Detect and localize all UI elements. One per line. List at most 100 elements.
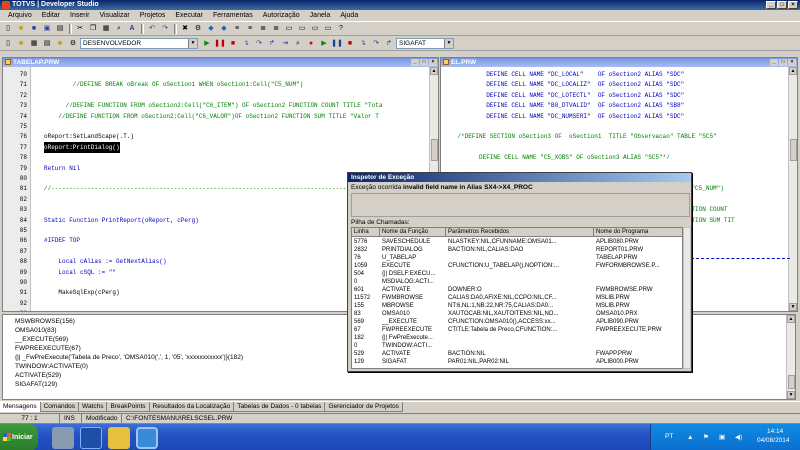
explorer-folder-icon[interactable] <box>108 427 130 449</box>
menu-janela[interactable]: Janela <box>305 10 336 22</box>
debug-step-into-icon[interactable]: ↴ <box>357 38 369 49</box>
prev-bookmark-icon[interactable]: ▭ <box>309 23 321 34</box>
table-row[interactable]: 0 TWINDOW:ACTI... <box>352 342 682 350</box>
tray-flag-icon[interactable]: ⚑ <box>703 433 709 441</box>
font-icon[interactable]: A <box>126 23 138 34</box>
column-header[interactable]: Parâmetros Recebidos <box>446 228 594 237</box>
table-row[interactable]: 5776 SAVESCHEDULE NLASTKEY:NIL,CFUNNAME:OM… <box>352 238 682 246</box>
redo-icon[interactable]: ↷ <box>159 23 171 34</box>
code-line[interactable]: oReport:SetLandScape(.T.) <box>44 131 134 142</box>
tab-mensagens[interactable]: Mensagens <box>0 402 41 412</box>
scrollbar-thumb[interactable] <box>431 139 438 161</box>
editor-vertical-scrollbar[interactable]: ▲ ▼ <box>788 67 797 311</box>
save-icon[interactable]: ■ <box>28 23 40 34</box>
message-line[interactable]: {|| _FwPreExecute('Tabela de Preco', 'OM… <box>15 353 243 362</box>
code-line[interactable]: oReport:PrintDialog() <box>44 141 120 153</box>
powershell-icon[interactable] <box>80 427 102 449</box>
save-all-icon[interactable]: ▣ <box>41 23 53 34</box>
configure-icon[interactable]: ⚙ <box>67 38 79 49</box>
code-line[interactable]: DEFINE CELL NAME "DC_LOTECTL" OF oSectio… <box>443 90 684 101</box>
clock-date[interactable]: 04/08/2014 <box>757 437 790 444</box>
tab-gerenciador-projetos[interactable]: Gerenciador de Projetos <box>325 402 403 412</box>
message-line[interactable]: __EXECUTE(569) <box>15 335 68 344</box>
table-vertical-scrollbar[interactable] <box>683 227 691 369</box>
editor-maximize-button[interactable]: □ <box>420 59 428 66</box>
editor-minimize-button[interactable]: _ <box>411 59 419 66</box>
developer-studio-taskbar-icon[interactable] <box>136 427 158 449</box>
environment-select[interactable]: DESENVOLVEDOR ▼ <box>80 38 198 49</box>
message-line[interactable]: ACTIVATE(529) <box>15 371 61 380</box>
repository-icon[interactable]: ▦ <box>28 38 40 49</box>
menu-editar[interactable]: Editar <box>37 10 65 22</box>
code-line[interactable]: //DEFINE FUNCTION FROM oSection2:Cell("C… <box>44 111 378 122</box>
breakpoint-icon[interactable]: ● <box>305 38 317 49</box>
print-icon[interactable]: ▤ <box>54 23 66 34</box>
step-out-icon[interactable]: ↱ <box>266 38 278 49</box>
code-line[interactable]: DEFINE CELL NAME "C5_XOBS" OF oSection3 … <box>443 152 670 163</box>
compile-icon[interactable]: ✖ <box>179 23 191 34</box>
tab-watchs[interactable]: Watchs <box>79 402 108 412</box>
code-line[interactable]: Local cSQL := "" <box>44 267 116 278</box>
network-icon[interactable] <box>52 427 74 449</box>
code-line[interactable]: DEFINE CELL NAME "DC_NUMSERI" OF oSectio… <box>443 111 684 122</box>
table-row[interactable]: 1059 EXECUTE CFUNCTION:U_TABELAP(),NOPTION… <box>352 262 682 270</box>
tab-tabelas-de-dados[interactable]: Tabelas de Dados - 0 tabelas <box>234 402 326 412</box>
undo-icon[interactable]: ↶ <box>146 23 158 34</box>
maximize-button[interactable]: □ <box>777 1 787 9</box>
stop-icon[interactable]: ■ <box>227 38 239 49</box>
language-indicator[interactable]: PT <box>665 433 673 440</box>
check-icon[interactable]: ◆ <box>205 23 217 34</box>
pause-icon[interactable]: ❚❚ <box>214 38 226 49</box>
table-row[interactable]: 11572 FWMBROWSE CALIAS:DA0,AFIXE:NIL,CCPO:… <box>352 294 682 302</box>
tab-comandos[interactable]: Comandos <box>40 402 80 412</box>
uncomment-icon[interactable]: ≣ <box>270 23 282 34</box>
tab-resultados-localizacao[interactable]: Resultados da Localização <box>149 402 235 412</box>
menu-inserir[interactable]: Inserir <box>65 10 94 22</box>
tab-breakpoints[interactable]: BreakPoints <box>107 402 150 412</box>
code-line[interactable]: MakeSqlExp(cPerg) <box>44 287 119 298</box>
message-line[interactable]: TWINDOW:ACTIVATE(0) <box>15 362 88 371</box>
message-line[interactable]: FWPREEXECUTE(67) <box>15 344 81 353</box>
scroll-up-icon[interactable]: ▲ <box>430 67 438 75</box>
paste-icon[interactable]: ▦ <box>100 23 112 34</box>
run-icon[interactable]: ▶ <box>201 38 213 49</box>
code-line[interactable]: #IFDEF TOP <box>44 235 80 246</box>
outdent-icon[interactable]: ≡ <box>244 23 256 34</box>
scroll-up-icon[interactable]: ▲ <box>789 67 797 75</box>
code-line[interactable]: /*DEFINE SECTION oSection3 OF oSection1 … <box>443 131 716 142</box>
menu-visualizar[interactable]: Visualizar <box>94 10 134 22</box>
debug-pause-icon[interactable]: ❚❚ <box>331 38 343 49</box>
menu-projetos[interactable]: Projetos <box>135 10 171 22</box>
column-header[interactable]: Nome do Programa <box>594 228 682 237</box>
new-project-icon[interactable]: ▯ <box>2 38 14 49</box>
patch-icon[interactable]: ▤ <box>41 38 53 49</box>
table-row[interactable]: 569 __EXECUTE CFUNCTION:OMSA010(),ACCESS:x… <box>352 318 682 326</box>
clear-bookmarks-icon[interactable]: ▭ <box>322 23 334 34</box>
copy-icon[interactable]: ❐ <box>87 23 99 34</box>
new-file-icon[interactable]: ▯ <box>2 23 14 34</box>
table-row[interactable]: 529 ACTIVATE BACTION:NIL FWAPP.PRW <box>352 350 682 358</box>
comment-icon[interactable]: ≣ <box>257 23 269 34</box>
minimize-button[interactable]: _ <box>766 1 776 9</box>
table-row[interactable]: 182 {|| FwPreExecute... <box>352 334 682 342</box>
menu-autorizacao[interactable]: Autorização <box>258 10 305 22</box>
debug-step-over-icon[interactable]: ↷ <box>370 38 382 49</box>
message-line[interactable]: SIGAFAT(129) <box>15 380 57 389</box>
debug-run-icon[interactable]: ▶ <box>318 38 330 49</box>
menu-executar[interactable]: Executar <box>170 10 208 22</box>
code-line[interactable]: DEFINE CELL NAME "DC_LOCALIZ" OF oSectio… <box>443 79 684 90</box>
start-button[interactable]: Iniciar <box>0 424 38 450</box>
code-line[interactable]: DEFINE CELL NAME "DC_LOCAL" OF oSection2… <box>443 69 684 80</box>
table-row[interactable]: 83 OMSA010 XAUTOCAB:NIL,XAUTOITENS:NIL,NO.… <box>352 310 682 318</box>
menu-ferramentas[interactable]: Ferramentas <box>208 10 258 22</box>
scroll-down-icon[interactable]: ▼ <box>789 303 797 311</box>
next-bookmark-icon[interactable]: ▭ <box>296 23 308 34</box>
message-line[interactable]: OMSA010(83) <box>15 326 57 335</box>
tray-network-icon[interactable]: ▣ <box>719 433 725 441</box>
debug-step-out-icon[interactable]: ↱ <box>383 38 395 49</box>
find-icon[interactable]: ⌕ <box>113 23 125 34</box>
folder-icon[interactable]: ■ <box>54 38 66 49</box>
editor-maximize-button[interactable]: □ <box>779 59 787 66</box>
editor-minimize-button[interactable]: _ <box>770 59 778 66</box>
tray-up-icon[interactable]: ▲ <box>687 434 693 441</box>
